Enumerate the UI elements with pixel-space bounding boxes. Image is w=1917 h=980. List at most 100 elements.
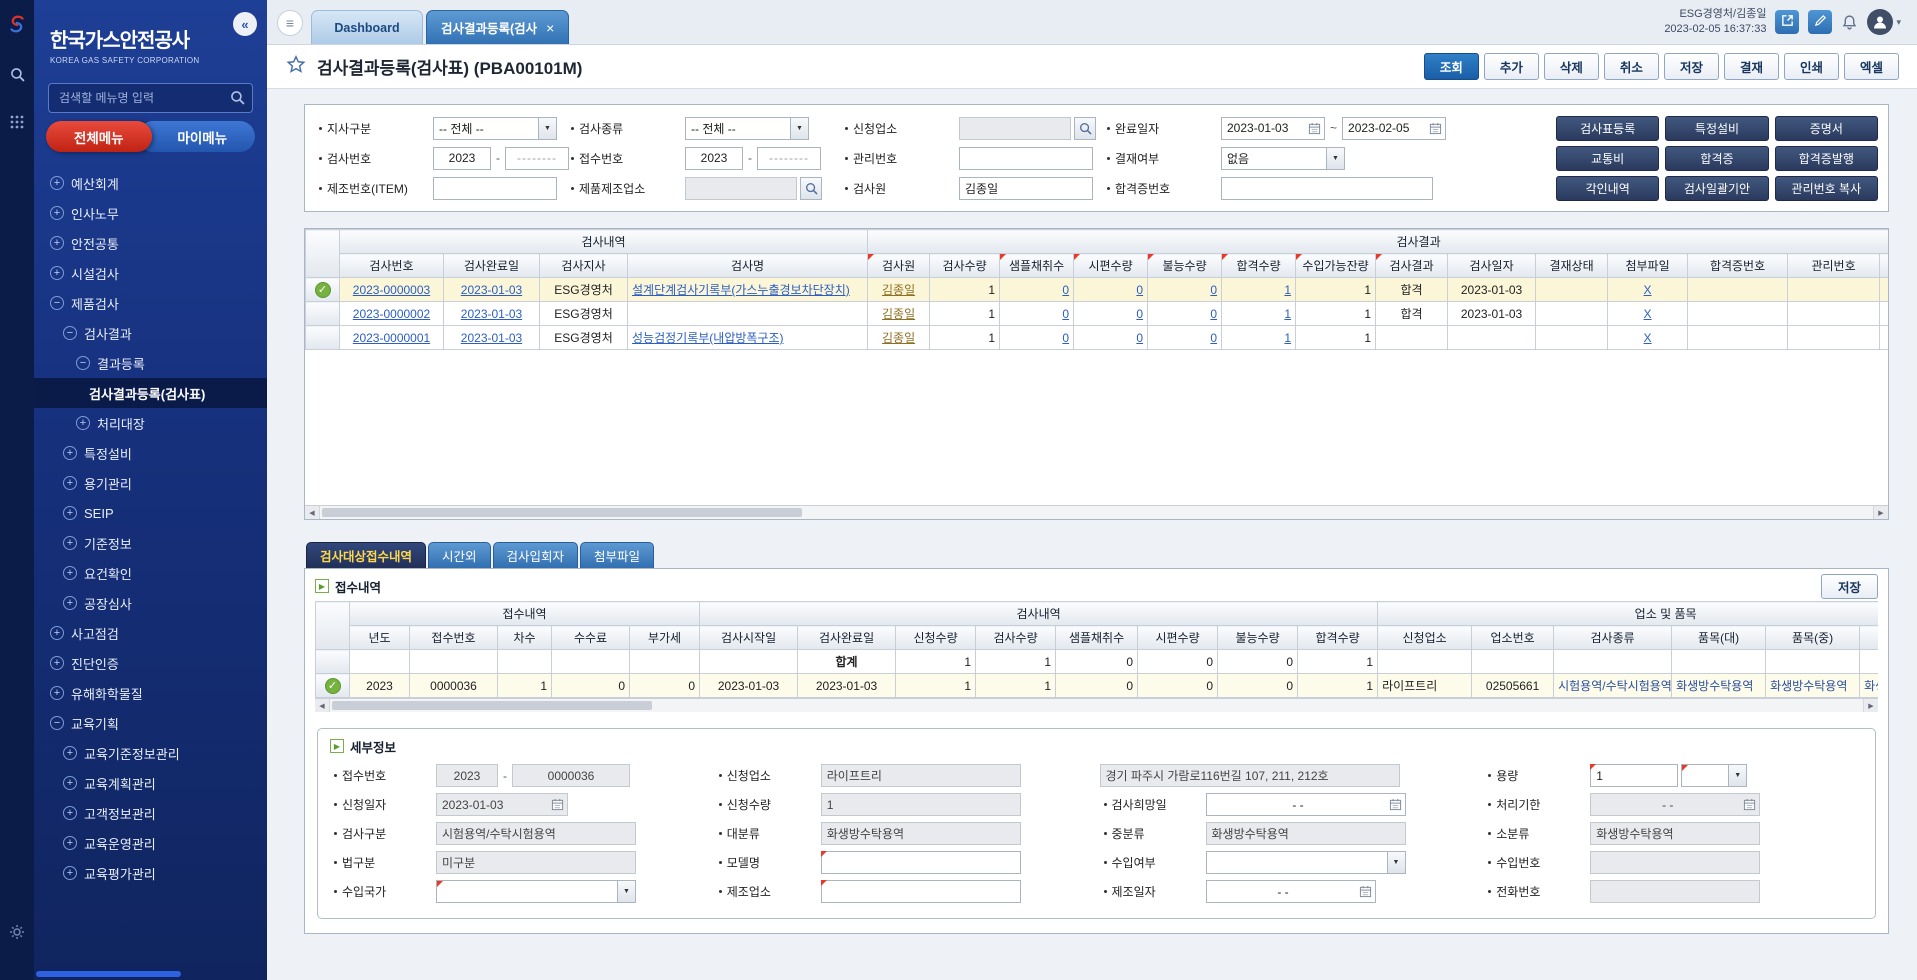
collapse-icon[interactable]: − xyxy=(50,716,64,730)
sidebar-item-0[interactable]: +예산회계 xyxy=(34,168,267,198)
column-header[interactable]: 샘플채취수 xyxy=(1056,626,1138,650)
column-header[interactable]: 품목(대) xyxy=(1672,626,1766,650)
column-header[interactable]: 시편수량 xyxy=(1138,626,1218,650)
capacity-input[interactable] xyxy=(1590,764,1678,787)
print-button[interactable]: 인쇄 xyxy=(1784,53,1839,80)
sidebar-item-7[interactable]: 검사결과등록(검사표) xyxy=(34,378,267,408)
column-header[interactable]: 합격증번호 xyxy=(1688,254,1788,278)
collapse-icon[interactable]: − xyxy=(63,326,77,340)
row-indicator[interactable] xyxy=(306,326,340,350)
cell-link[interactable]: X xyxy=(1644,283,1652,297)
expand-icon[interactable]: + xyxy=(63,866,77,880)
cell-link[interactable]: 김종일 xyxy=(882,331,915,345)
receipt-horizontal-scrollbar[interactable]: ◀ ▶ xyxy=(315,698,1878,712)
delete-button[interactable]: 삭제 xyxy=(1544,53,1599,80)
cell-link[interactable]: 2023-0000003 xyxy=(353,283,430,297)
column-header[interactable]: 신청업소 xyxy=(1378,626,1472,650)
expand-icon[interactable]: + xyxy=(63,506,77,520)
column-header[interactable]: 신청수량 xyxy=(896,626,976,650)
cell-link[interactable]: 0 xyxy=(1136,307,1143,321)
save-button[interactable]: 저장 xyxy=(1664,53,1719,80)
edit-button[interactable] xyxy=(1808,10,1832,34)
cell-link[interactable]: 2023-0000002 xyxy=(353,307,430,321)
cell-link[interactable]: X xyxy=(1644,307,1652,321)
branch-select[interactable]: -- 전체 --▼ xyxy=(433,117,557,140)
sidebar-item-1[interactable]: +인사노무 xyxy=(34,198,267,228)
law-class-input[interactable] xyxy=(436,851,636,874)
category-minor-input[interactable] xyxy=(1590,822,1760,845)
approval-status-select[interactable]: 없음▼ xyxy=(1221,147,1345,170)
cell-link[interactable]: 0 xyxy=(1062,331,1069,345)
column-header[interactable]: 수수료 xyxy=(552,626,630,650)
cell-link[interactable]: 2023-0000001 xyxy=(353,331,430,345)
grid-row[interactable]: 2023-00000012023-01-03ESG경영처성능검정기록부(내압방폭… xyxy=(306,326,1889,350)
sidebar-item-22[interactable]: +교육운영관리 xyxy=(34,828,267,858)
expand-icon[interactable]: + xyxy=(50,176,64,190)
column-header[interactable]: 불능수량 xyxy=(1218,626,1298,650)
special-equipment-button[interactable]: 특정설비 xyxy=(1665,116,1768,141)
column-header[interactable]: 검사원 xyxy=(868,254,930,278)
expand-icon[interactable]: + xyxy=(63,446,77,460)
search-button[interactable]: 조회 xyxy=(1424,53,1479,80)
close-tab-icon[interactable]: × xyxy=(546,20,554,36)
deadline-input[interactable] xyxy=(1590,793,1760,816)
column-header[interactable]: 년도 xyxy=(350,626,410,650)
cell-link[interactable]: 1 xyxy=(1284,283,1291,297)
settings-gear-icon[interactable] xyxy=(0,924,34,940)
expand-icon[interactable]: + xyxy=(50,236,64,250)
hope-date-input[interactable] xyxy=(1206,793,1406,816)
sidebar-item-15[interactable]: +사고점검 xyxy=(34,618,267,648)
column-header[interactable]: 검사결과 xyxy=(1376,254,1448,278)
cell-link[interactable]: X xyxy=(1644,331,1652,345)
row-indicator[interactable]: ✓ xyxy=(316,674,350,698)
scroll-right-arrow[interactable]: ▶ xyxy=(1873,506,1888,519)
column-header[interactable]: 관리번호 xyxy=(1788,254,1880,278)
window-tab-0[interactable]: Dashboard xyxy=(311,10,423,44)
phone-input[interactable] xyxy=(1590,880,1760,903)
column-header[interactable]: 샘플채취수 xyxy=(1000,254,1074,278)
expand-icon[interactable]: + xyxy=(50,656,64,670)
menu-search-input[interactable] xyxy=(48,83,253,113)
scroll-thumb[interactable] xyxy=(322,508,802,517)
cell-link[interactable]: 0 xyxy=(1210,331,1217,345)
column-header[interactable]: 검사명 xyxy=(628,254,868,278)
grid-row[interactable]: ✓202300000361002023-01-032023-01-0311000… xyxy=(316,674,1879,698)
expand-icon[interactable]: + xyxy=(50,686,64,700)
column-header[interactable]: 검사수량 xyxy=(976,626,1056,650)
collapse-icon[interactable]: − xyxy=(50,296,64,310)
applicant-lookup-button[interactable] xyxy=(1074,117,1096,140)
expand-icon[interactable]: + xyxy=(63,596,77,610)
complete-date-input[interactable] xyxy=(1221,117,1325,140)
cell-link[interactable]: 1 xyxy=(1284,331,1291,345)
apply-qty-input[interactable] xyxy=(821,793,1021,816)
certificate-button[interactable]: 증명서 xyxy=(1775,116,1878,141)
column-header[interactable]: 결재상태 xyxy=(1536,254,1608,278)
inspection-sheet-reg-button[interactable]: 검사표등록 xyxy=(1556,116,1659,141)
column-header[interactable]: 불능수량 xyxy=(1148,254,1222,278)
cell-link[interactable]: 김종일 xyxy=(882,307,915,321)
sidebar-item-21[interactable]: +고객정보관리 xyxy=(34,798,267,828)
column-header[interactable]: 품목(소) xyxy=(1860,626,1878,650)
complete-date-input[interactable] xyxy=(1342,117,1446,140)
expand-icon[interactable]: + xyxy=(63,536,77,550)
cell-link[interactable]: 2023-01-03 xyxy=(461,307,522,321)
column-header[interactable]: 첨부파일 xyxy=(1608,254,1688,278)
row-indicator[interactable] xyxy=(306,302,340,326)
notification-bell-icon[interactable] xyxy=(1841,14,1858,31)
sidebar-item-5[interactable]: −검사결과 xyxy=(34,318,267,348)
scroll-left-arrow[interactable]: ◀ xyxy=(305,506,320,519)
column-header[interactable]: 검사종류 xyxy=(1554,626,1672,650)
manage-no-copy-button[interactable]: 관리번호 복사 xyxy=(1775,176,1878,201)
cancel-button[interactable]: 취소 xyxy=(1604,53,1659,80)
my-menu-tab[interactable]: 마이메뉴 xyxy=(138,121,256,152)
all-menu-tab[interactable]: 전체메뉴 xyxy=(46,121,152,152)
pass-cert-issue-button[interactable]: 합격증발행 xyxy=(1775,146,1878,171)
sidebar-item-12[interactable]: +기준정보 xyxy=(34,528,267,558)
make-date-input[interactable] xyxy=(1206,880,1376,903)
expand-icon[interactable]: + xyxy=(50,206,64,220)
external-link-button[interactable] xyxy=(1775,10,1799,34)
sidebar-item-20[interactable]: +교육계획관리 xyxy=(34,768,267,798)
cell-link[interactable]: 0 xyxy=(1136,283,1143,297)
product-maker-input[interactable] xyxy=(685,177,797,200)
receipt-no-input[interactable] xyxy=(436,764,498,787)
